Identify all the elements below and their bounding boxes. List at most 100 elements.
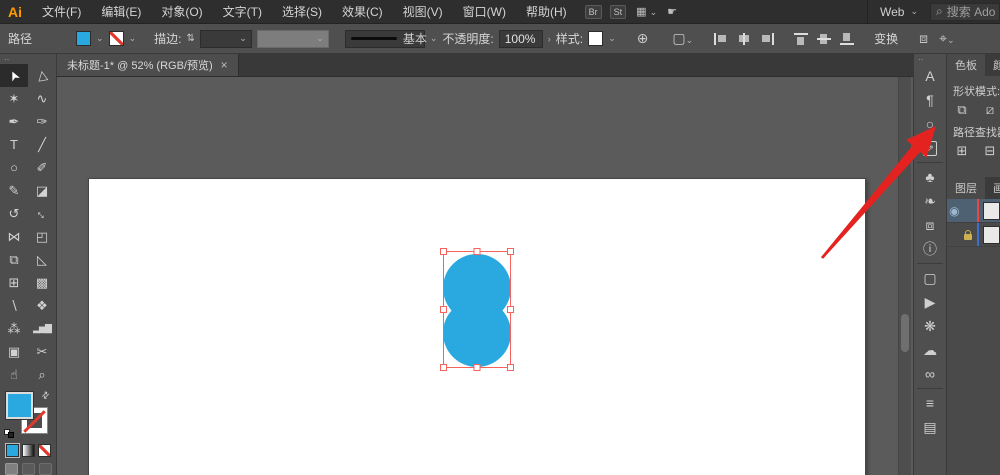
lock-icon[interactable] xyxy=(962,229,975,240)
menu-object[interactable]: 对象(O) xyxy=(151,3,212,20)
chevron-right-icon[interactable]: › xyxy=(548,34,551,44)
menu-edit[interactable]: 编辑(E) xyxy=(91,3,151,20)
tool-gradient[interactable]: ▩ xyxy=(28,271,56,294)
vertical-scrollbar[interactable] xyxy=(898,77,911,475)
links-panel-icon[interactable]: ∞ xyxy=(914,362,946,386)
brushes-panel-icon[interactable]: ❧ xyxy=(914,189,946,213)
layer-thumbnail[interactable] xyxy=(983,225,1000,244)
trim-icon[interactable]: ⊟ xyxy=(981,143,999,159)
character-panel-icon[interactable]: A xyxy=(914,64,946,88)
workspace-switcher[interactable]: Web ⌄ xyxy=(866,0,930,24)
transform-label[interactable]: 变换 xyxy=(874,30,898,47)
tab-color[interactable]: 颜色 xyxy=(985,54,1000,76)
tool-lasso[interactable]: ∿ xyxy=(28,87,56,110)
tool-pencil[interactable]: ✎ xyxy=(0,179,28,202)
tool-line-segment[interactable]: ╱ xyxy=(28,133,56,156)
menu-window[interactable]: 窗口(W) xyxy=(453,3,516,20)
align-left-icon[interactable] xyxy=(714,32,729,45)
tab-artboards[interactable]: 画板 xyxy=(985,177,1000,199)
layer-row-selected[interactable]: ◉ xyxy=(947,199,1000,223)
document-tab[interactable]: 未标题-1* @ 52% (RGB/预览) × xyxy=(57,54,239,76)
tool-rotate[interactable]: ↺ xyxy=(0,202,28,225)
fill-indicator[interactable] xyxy=(5,391,34,420)
menu-file[interactable]: 文件(F) xyxy=(32,3,91,20)
default-fill-stroke-icon[interactable] xyxy=(4,429,14,438)
tool-hand[interactable]: ☝ xyxy=(0,363,28,386)
layer-thumbnail[interactable] xyxy=(983,201,1000,220)
circle-panel-icon[interactable]: ○ xyxy=(914,112,946,136)
tool-mesh[interactable]: ⊞ xyxy=(0,271,28,294)
tool-ellipse[interactable]: ○ xyxy=(0,156,28,179)
share-screen-icon[interactable]: ☛ xyxy=(667,5,677,18)
graphic-styles-panel-icon[interactable]: ⧈ xyxy=(914,213,946,237)
stroke-weight-dropdown[interactable]: ⌄ xyxy=(199,29,252,48)
actions-panel-icon[interactable]: ▶ xyxy=(914,290,946,314)
tool-slice[interactable]: ✂ xyxy=(28,340,56,363)
align-top-icon[interactable] xyxy=(794,32,809,45)
tool-curvature[interactable]: ✑ xyxy=(28,110,56,133)
appearance-panel-icon[interactable]: ❋ xyxy=(914,314,946,338)
stroke-color-swatch[interactable] xyxy=(108,31,124,46)
tab-swatches[interactable]: 色板 xyxy=(947,54,985,76)
isolate-selection-icon[interactable]: ⧈ xyxy=(916,30,931,47)
tool-paintbrush[interactable]: ✐ xyxy=(28,156,56,179)
tool-magic-wand[interactable]: ✶ xyxy=(0,87,28,110)
select-similar-icon[interactable]: ⌖⌄ xyxy=(936,30,957,47)
tool-eyedropper[interactable]: ∖ xyxy=(0,294,28,317)
divide-icon[interactable]: ⊞ xyxy=(953,143,971,159)
canvas[interactable] xyxy=(57,77,913,475)
chevron-down-icon[interactable]: ⌄ xyxy=(608,33,616,44)
stroke-stepper[interactable]: ⇅ xyxy=(186,33,194,44)
align-vertical-center-icon[interactable] xyxy=(817,32,832,45)
layer-row-locked[interactable] xyxy=(947,223,1000,247)
none-button[interactable] xyxy=(37,444,51,457)
tool-scale[interactable]: ↔ xyxy=(28,202,56,225)
layout-switcher-icon[interactable]: ▦ ⌄ xyxy=(636,5,657,18)
chevron-down-icon[interactable]: ⌄ xyxy=(430,33,438,44)
menu-effect[interactable]: 效果(C) xyxy=(332,3,393,20)
swap-fill-stroke-icon[interactable]: ⇄ xyxy=(40,389,53,402)
visibility-eye-icon[interactable]: ◉ xyxy=(947,204,962,218)
strip-collapse-icon[interactable]: ‥ xyxy=(914,54,946,64)
artboards-panel-icon[interactable]: ▤ xyxy=(914,415,946,439)
menu-help[interactable]: 帮助(H) xyxy=(516,3,577,20)
bridge-button[interactable]: Br xyxy=(584,4,602,19)
tool-eraser[interactable]: ◪ xyxy=(28,179,56,202)
recolor-artwork-icon[interactable]: ⊕ xyxy=(634,30,652,47)
scrollbar-thumb[interactable] xyxy=(901,314,909,352)
draw-behind-button[interactable] xyxy=(21,463,35,475)
draw-inside-button[interactable] xyxy=(38,463,52,475)
unite-icon[interactable]: ⧉ xyxy=(953,102,971,118)
align-horizontal-center-icon[interactable] xyxy=(737,32,752,45)
color-button[interactable] xyxy=(5,444,19,457)
width-profile-dropdown[interactable]: ⌄ xyxy=(256,29,329,48)
document-setup-icon[interactable]: ▢⌄ xyxy=(669,30,696,47)
menu-type[interactable]: 文字(T) xyxy=(213,3,272,20)
tool-pen[interactable]: ✒ xyxy=(0,110,28,133)
export-panel-icon[interactable]: ⇗ xyxy=(914,136,946,160)
tool-selection[interactable]: ➤ xyxy=(0,64,28,87)
opacity-field[interactable]: 100% xyxy=(498,29,543,48)
search-input[interactable]: ⌕ 搜索 Ado xyxy=(930,2,1000,21)
brush-definition-dropdown[interactable]: 基本 xyxy=(344,29,427,48)
tool-free-transform[interactable]: ◰ xyxy=(28,225,56,248)
tool-type[interactable]: T xyxy=(0,133,28,156)
info-panel-icon[interactable]: ⓘ xyxy=(914,237,946,261)
paragraph-panel-icon[interactable]: ¶ xyxy=(914,88,946,112)
tool-direct-selection[interactable]: ▷ xyxy=(28,64,56,87)
draw-normal-button[interactable] xyxy=(4,463,18,475)
symbols-panel-icon[interactable]: ♣ xyxy=(914,165,946,189)
tool-blend[interactable]: ❖ xyxy=(28,294,56,317)
tool-artboard[interactable]: ▣ xyxy=(0,340,28,363)
tools-collapse-icon[interactable]: ‥ xyxy=(0,54,56,64)
style-swatch[interactable] xyxy=(588,31,604,46)
close-icon[interactable]: × xyxy=(221,58,228,72)
gradient-button[interactable] xyxy=(21,444,35,457)
menu-view[interactable]: 视图(V) xyxy=(393,3,453,20)
align-right-icon[interactable] xyxy=(760,32,775,45)
tool-zoom[interactable]: ⌕ xyxy=(28,363,56,386)
tool-shape-builder[interactable]: ⧉ xyxy=(0,248,28,271)
menu-select[interactable]: 选择(S) xyxy=(272,3,332,20)
transform-panel-icon[interactable]: ▢ xyxy=(914,266,946,290)
tab-layers[interactable]: 图层 xyxy=(947,177,985,199)
